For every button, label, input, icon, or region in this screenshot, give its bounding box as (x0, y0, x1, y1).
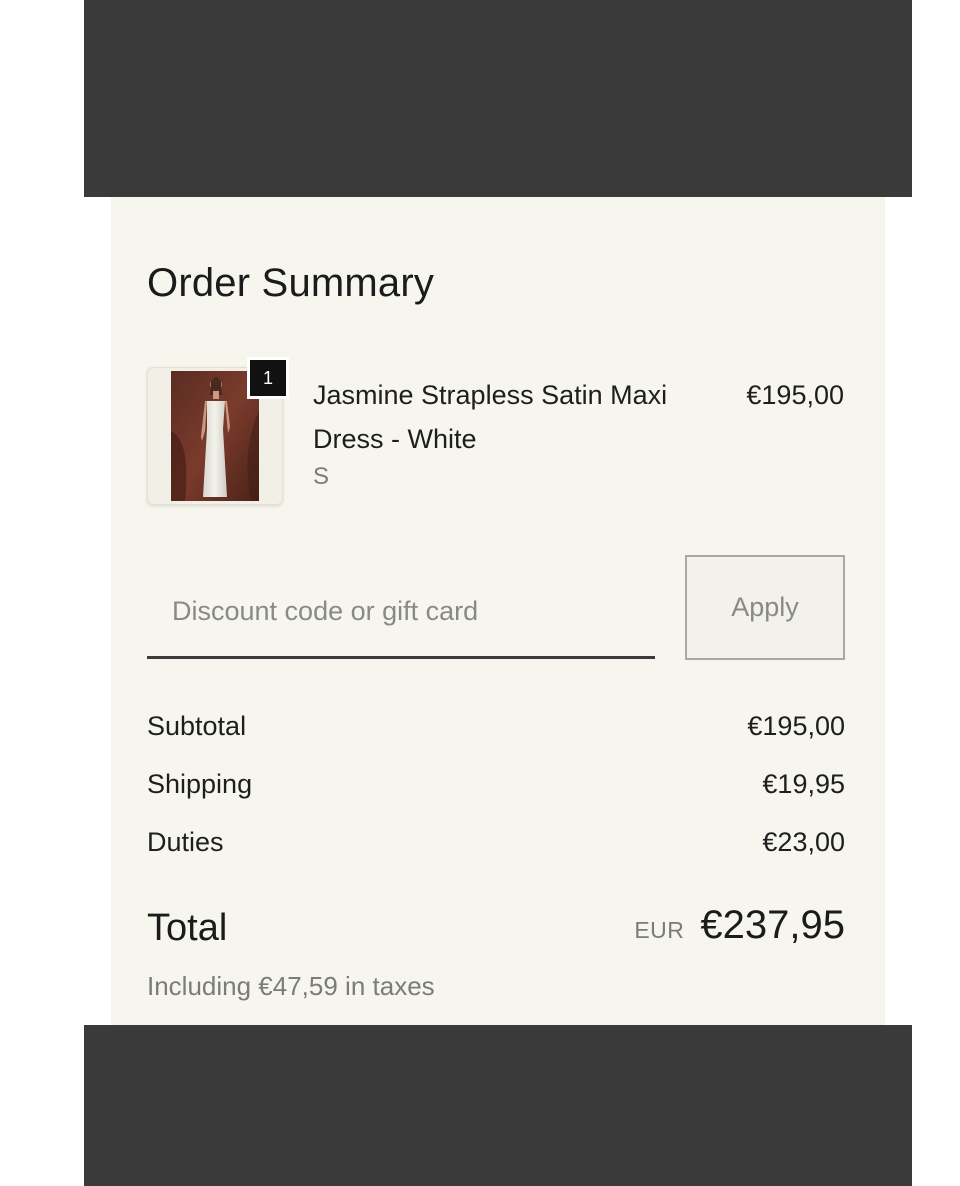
total-amount: €237,95 (700, 903, 845, 947)
taxes-note: Including €47,59 in taxes (147, 971, 435, 1001)
shipping-label: Shipping (147, 769, 253, 799)
product-photo-icon (171, 371, 259, 501)
subtotal-value: €195,00 (747, 711, 845, 741)
quantity-badge: 1 (247, 357, 289, 399)
product-name: Jasmine Strapless Satin Maxi Dress - Whi… (313, 380, 668, 454)
duties-value: €23,00 (762, 827, 845, 857)
product-price: €195,00 (746, 380, 844, 410)
product-variant: S (313, 463, 330, 490)
bottom-dark-band (84, 1025, 912, 1186)
apply-discount-button[interactable]: Apply (685, 555, 845, 660)
page-title: Order Summary (147, 261, 435, 305)
total-currency: EUR (634, 917, 685, 943)
top-dark-band (84, 0, 912, 197)
total-label: Total (147, 907, 228, 949)
subtotal-label: Subtotal (147, 711, 247, 741)
duties-label: Duties (147, 827, 224, 857)
total-row: Total EUR €237,95 (147, 903, 845, 953)
total-amount-group: EUR €237,95 (634, 903, 845, 948)
shipping-value: €19,95 (762, 769, 845, 799)
discount-code-input[interactable] (147, 567, 655, 659)
order-summary-panel: Order Summary 1 Jasmine Strapless Satin … (111, 197, 885, 1025)
